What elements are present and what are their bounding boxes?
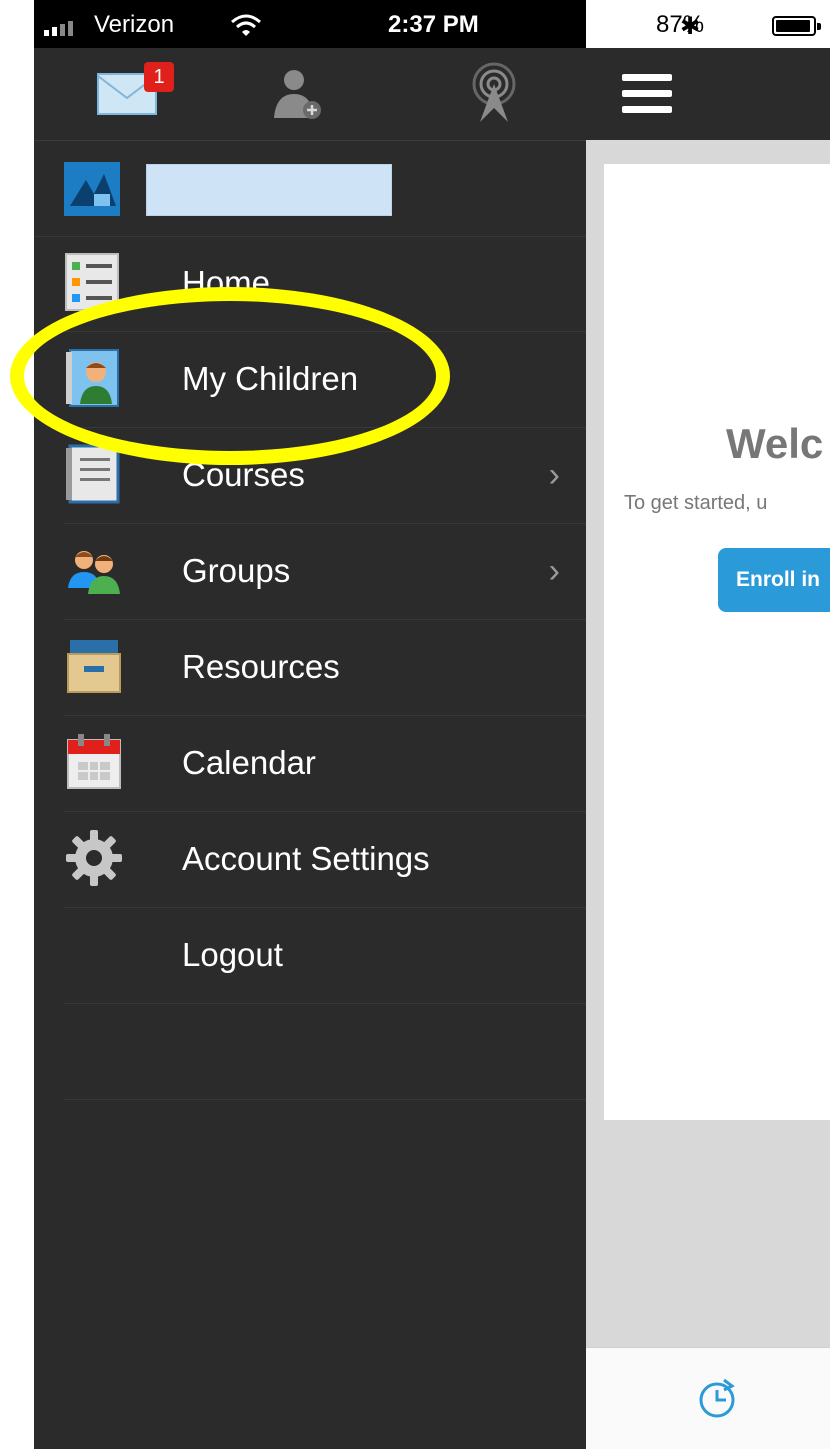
sidebar-item-label: Resources [182, 648, 340, 685]
sidebar-item-groups[interactable]: Groups › [64, 524, 586, 620]
sidebar-item-account-settings[interactable]: Account Settings [64, 812, 586, 908]
bottom-tab-bar [586, 1347, 830, 1449]
main-panel: Welc To get started, u Enroll in [586, 48, 830, 1449]
sidebar-item-label: Calendar [182, 744, 316, 781]
chevron-right-icon: › [548, 456, 560, 494]
courses-icon [66, 444, 120, 504]
wifi-icon [231, 14, 261, 36]
messages-badge: 1 [144, 62, 174, 92]
sidebar-item-calendar[interactable]: Calendar [64, 716, 586, 812]
calendar-icon [67, 734, 121, 789]
welcome-card: Welc To get started, u Enroll in [604, 164, 830, 1120]
battery-icon [772, 16, 821, 36]
main-header [586, 48, 830, 140]
sidebar: 1 Home My Children Courses › Groups › Re… [34, 48, 586, 1449]
resources-icon [67, 640, 121, 693]
gear-icon [66, 830, 122, 886]
menu-divider [64, 1004, 586, 1100]
sidebar-item-logout[interactable]: Logout [64, 908, 586, 1004]
user-name-field [146, 164, 392, 216]
enroll-button[interactable]: Enroll in [718, 548, 830, 612]
sidebar-toolbar: 1 [34, 48, 586, 141]
welcome-subtext: To get started, u [624, 492, 768, 514]
hamburger-menu-icon[interactable] [622, 74, 672, 114]
recent-clock-icon[interactable] [696, 1378, 738, 1420]
left-gutter [0, 0, 34, 1449]
status-bar: Verizon 2:37 PM ✱ 87% [34, 0, 830, 48]
user-row[interactable] [34, 140, 586, 237]
status-time: 2:37 PM [388, 11, 479, 38]
sidebar-item-label: Groups [182, 552, 291, 589]
add-contact-icon[interactable] [264, 62, 328, 126]
school-logo [64, 162, 120, 216]
sidebar-item-label: Account Settings [182, 840, 430, 877]
groups-icon [68, 551, 120, 594]
welcome-heading: Welc [726, 420, 824, 467]
highlight-ellipse [10, 287, 450, 465]
broadcast-icon[interactable] [462, 62, 526, 126]
signal-icon [44, 18, 88, 36]
sidebar-item-resources[interactable]: Resources [64, 620, 586, 716]
battery-percentage: 87% [656, 11, 705, 38]
carrier-name: Verizon [94, 11, 175, 38]
chevron-right-icon: › [548, 552, 560, 590]
sidebar-item-label: Logout [182, 936, 283, 973]
